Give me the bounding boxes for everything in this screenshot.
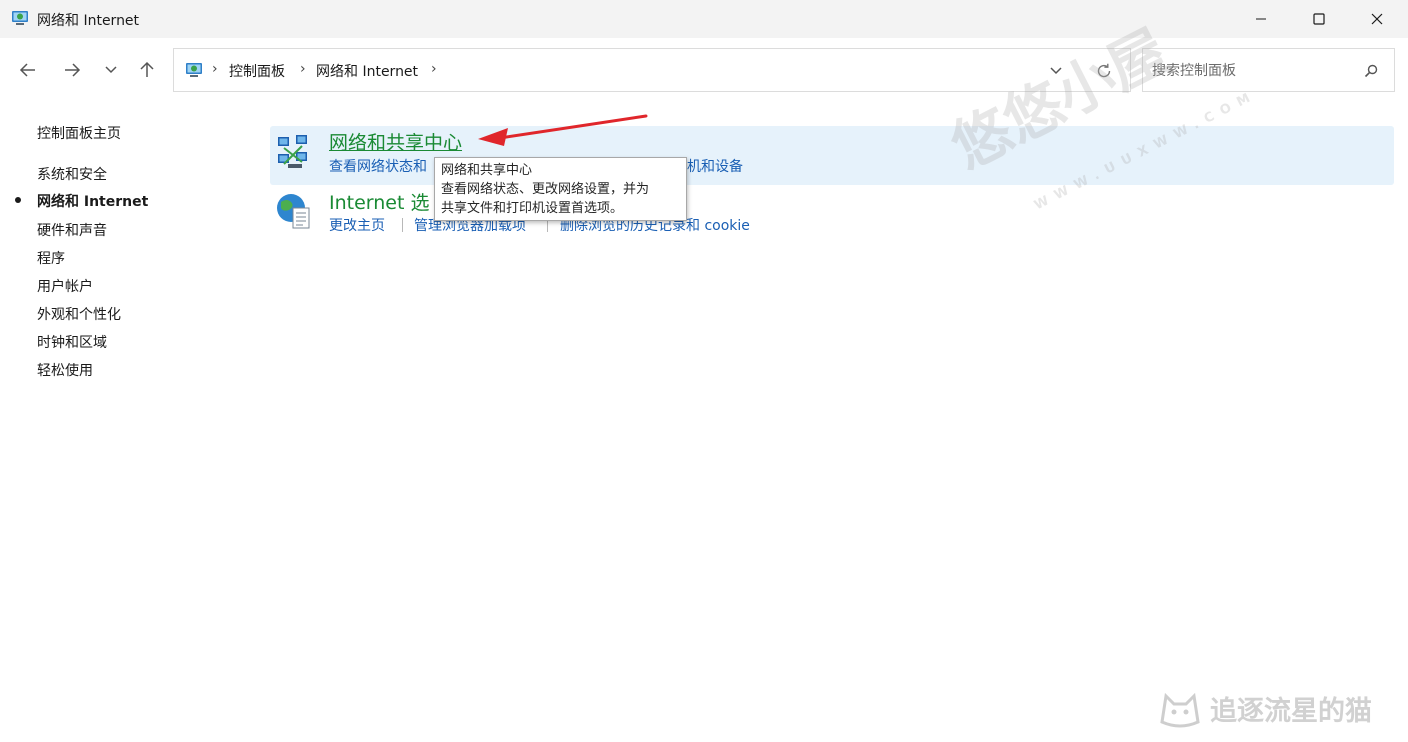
- sidebar-item-network-internet[interactable]: 网络和 Internet: [37, 191, 148, 211]
- network-sharing-icon: [278, 135, 307, 168]
- link-change-home-page[interactable]: 更改主页: [329, 215, 385, 235]
- control-panel-icon: [186, 63, 202, 77]
- watermark-bottom-text: 追逐流星的猫: [1210, 695, 1372, 727]
- maximize-button[interactable]: [1290, 0, 1348, 38]
- breadcrumb-control-panel[interactable]: 控制面板: [229, 61, 285, 81]
- tooltip-title: 网络和共享中心: [441, 163, 533, 178]
- maximize-icon: [1313, 13, 1325, 25]
- link-separator: [402, 218, 403, 232]
- link-view-network-status[interactable]: 查看网络状态和: [329, 156, 427, 176]
- forward-button[interactable]: [56, 54, 88, 86]
- sidebar-item-appearance[interactable]: 外观和个性化: [37, 304, 121, 324]
- breadcrumb-separator-icon: ›: [300, 61, 306, 77]
- search-box[interactable]: [1142, 48, 1395, 92]
- arrow-up-icon: [140, 61, 154, 77]
- navigation-bar: › 控制面板 › 网络和 Internet ›: [0, 38, 1408, 102]
- tooltip-line-1: 查看网络状态、更改网络设置，并为: [441, 182, 650, 197]
- active-bullet-icon: [15, 197, 21, 203]
- network-internet-icon: [12, 11, 28, 25]
- sidebar-item-user-accounts[interactable]: 用户帐户: [37, 276, 93, 296]
- search-icon[interactable]: [1361, 61, 1381, 81]
- tooltip-line-2: 共享文件和打印机设置首选项。: [441, 201, 624, 216]
- breadcrumb-network-internet[interactable]: 网络和 Internet: [316, 61, 418, 81]
- arrow-right-icon: [65, 63, 81, 77]
- recent-locations-button[interactable]: [95, 54, 127, 86]
- up-button[interactable]: [131, 54, 163, 86]
- watermark-bottom: 追逐流星的猫: [1158, 688, 1372, 728]
- sidebar-item-ease-of-access[interactable]: 轻松使用: [37, 360, 93, 380]
- minimize-button[interactable]: [1232, 0, 1290, 38]
- chevron-down-icon: [105, 66, 117, 74]
- arrow-left-icon: [19, 63, 35, 77]
- category-title-network-sharing[interactable]: 网络和共享中心: [329, 128, 462, 155]
- sidebar-item-programs[interactable]: 程序: [37, 248, 65, 268]
- sidebar: 控制面板主页 系统和安全 网络和 Internet 硬件和声音 程序 用户帐户 …: [0, 102, 240, 742]
- minimize-icon: [1256, 18, 1266, 20]
- breadcrumb-separator-icon: ›: [212, 61, 218, 77]
- breadcrumb-separator-icon[interactable]: ›: [431, 61, 437, 77]
- sidebar-item-clock-region[interactable]: 时钟和区域: [37, 332, 107, 352]
- tooltip: 网络和共享中心 查看网络状态、更改网络设置，并为 共享文件和打印机设置首选项。: [434, 157, 687, 221]
- search-input[interactable]: [1152, 61, 1352, 81]
- title-bar: 网络和 Internet: [0, 0, 1408, 38]
- close-button[interactable]: [1348, 0, 1406, 38]
- red-arrow-annotation-icon: [478, 114, 648, 146]
- category-title-internet-options[interactable]: Internet 选: [329, 188, 429, 215]
- back-button[interactable]: [12, 54, 44, 86]
- sidebar-item-control-panel-home[interactable]: 控制面板主页: [37, 123, 121, 143]
- sidebar-item-hardware-sound[interactable]: 硬件和声音: [37, 220, 107, 240]
- link-view-network-computers[interactable]: 机和设备: [687, 156, 743, 176]
- close-icon: [1371, 13, 1383, 25]
- internet-options-icon: [277, 194, 310, 229]
- cat-logo-icon: [1160, 692, 1200, 728]
- window-title: 网络和 Internet: [37, 13, 140, 29]
- sidebar-item-system-security[interactable]: 系统和安全: [37, 164, 107, 184]
